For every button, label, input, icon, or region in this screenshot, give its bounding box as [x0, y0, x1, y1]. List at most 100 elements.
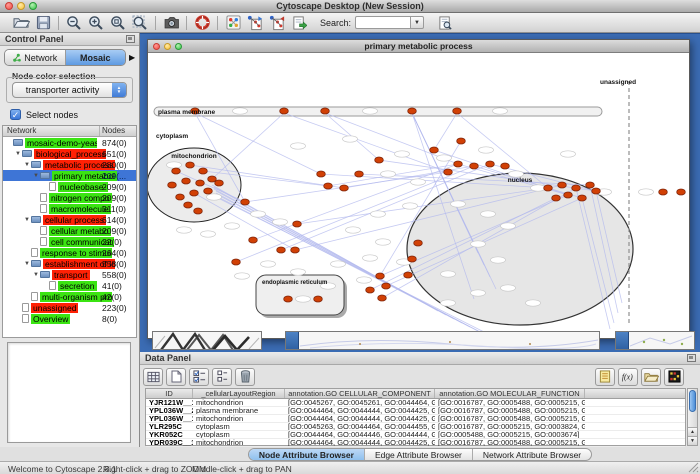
tree-expander-icon[interactable]: ▼: [33, 272, 40, 278]
zoom-in-button[interactable]: [85, 14, 107, 32]
tree-expander-icon[interactable]: ▼: [24, 217, 31, 223]
network-node[interactable]: [376, 273, 385, 279]
network-node[interactable]: [190, 190, 199, 196]
search-options-button[interactable]: [434, 14, 456, 32]
tree-row[interactable]: ▼biological_process651(0): [3, 148, 136, 159]
network-node[interactable]: [168, 182, 177, 188]
network-node[interactable]: [317, 171, 326, 177]
tab-edge-attribute-browser[interactable]: Edge Attribute Browser: [365, 449, 473, 460]
network-edge[interactable]: [212, 113, 284, 179]
column-header[interactable]: _cellularLayoutRegion: [193, 389, 285, 398]
network-node[interactable]: [430, 147, 439, 153]
network-node[interactable]: [291, 247, 300, 253]
float-panel-icon[interactable]: [126, 35, 135, 43]
network-node[interactable]: [196, 180, 205, 186]
network-node[interactable]: [204, 188, 213, 194]
tree-expander-icon[interactable]: ▼: [24, 162, 31, 168]
tab-overflow-arrow-icon[interactable]: ▶: [129, 53, 135, 62]
unselect-all-attributes-button[interactable]: [212, 368, 232, 386]
table-row[interactable]: YKR052Ccytoplasm[GO:0044464, GO:0044446,…: [146, 431, 685, 439]
zoom-fit-button[interactable]: [129, 14, 151, 32]
tree-row[interactable]: ▼cellular metabo209(0): [3, 225, 136, 236]
network-window-titlebar[interactable]: primary metabolic process: [148, 40, 689, 53]
tree-column-nodes[interactable]: Nodes: [100, 126, 136, 136]
tree-row[interactable]: ▼nucleobase-209(0): [3, 181, 136, 192]
network-node[interactable]: [355, 171, 364, 177]
table-row[interactable]: YPL036W__2plasma membrane[GO:0044464, GO…: [146, 407, 685, 415]
network-node[interactable]: [375, 157, 384, 163]
network-node[interactable]: [314, 296, 323, 302]
formula-builder-button[interactable]: f(x): [618, 368, 638, 386]
tree-row[interactable]: ▼unassigned223(0): [3, 302, 136, 313]
tree-expander-icon[interactable]: ▼: [24, 261, 31, 267]
network-node[interactable]: [277, 247, 286, 253]
column-header[interactable]: annotation.GO MOLECULAR_FUNCTION: [435, 389, 585, 398]
tab-network-attribute-browser[interactable]: Network Attribute Browser: [473, 449, 591, 460]
network-node[interactable]: [414, 240, 423, 246]
network-node[interactable]: [199, 168, 208, 174]
tree-row[interactable]: ▼multi-organism pro42(0): [3, 291, 136, 302]
network-node[interactable]: [572, 185, 581, 191]
tree-expander-icon[interactable]: ▼: [33, 173, 40, 179]
network-node[interactable]: [194, 208, 203, 214]
column-header[interactable]: ID: [146, 389, 193, 398]
table-row[interactable]: YDR039C__1mitochondrion[GO:0044464, GO:0…: [146, 439, 685, 447]
network-edge[interactable]: [434, 113, 457, 150]
network-node[interactable]: [293, 221, 302, 227]
import-attributes-button[interactable]: [641, 368, 661, 386]
network-node[interactable]: [470, 163, 479, 169]
network-node[interactable]: [457, 138, 466, 144]
network-node[interactable]: [558, 182, 567, 188]
zoom-out-button[interactable]: [63, 14, 85, 32]
network-node[interactable]: [215, 180, 224, 186]
background-window-peek[interactable]: [615, 331, 695, 350]
tree-row[interactable]: ▼macromolecule311(0): [3, 203, 136, 214]
tree-row[interactable]: ▼cellular process614(0): [3, 214, 136, 225]
network-node[interactable]: [501, 163, 510, 169]
network-node[interactable]: [444, 169, 453, 175]
snapshot-button[interactable]: [160, 14, 182, 32]
network-node[interactable]: [404, 272, 413, 278]
network-node[interactable]: [552, 195, 561, 201]
save-session-button[interactable]: [32, 14, 54, 32]
birds-eye-view[interactable]: [7, 342, 131, 443]
tree-column-network[interactable]: Network: [3, 126, 100, 136]
node-color-dropdown[interactable]: transporter activity ▲▼: [12, 82, 127, 98]
attribute-notes-button[interactable]: [595, 368, 615, 386]
network-node[interactable]: [408, 108, 417, 114]
network-node[interactable]: [284, 296, 293, 302]
background-window-peek[interactable]: [152, 331, 262, 350]
zoom-selected-button[interactable]: [107, 14, 129, 32]
network-node[interactable]: [176, 194, 185, 200]
column-header[interactable]: annotation.GO CELLULAR_COMPONENT: [285, 389, 435, 398]
network-node[interactable]: [453, 108, 462, 114]
scroll-up-button[interactable]: ▲: [688, 427, 697, 436]
open-session-button[interactable]: [10, 14, 32, 32]
create-attribute-button[interactable]: [166, 368, 186, 386]
tab-node-attribute-browser[interactable]: Node Attribute Browser: [249, 449, 365, 460]
tree-row[interactable]: ▼metabolic process280(0): [3, 159, 136, 170]
network-node[interactable]: [366, 287, 375, 293]
table-row[interactable]: YPL036W__1mitochondrion[GO:0044464, GO:0…: [146, 415, 685, 423]
layout-button[interactable]: [222, 14, 244, 32]
network-node[interactable]: [659, 189, 668, 195]
network-node[interactable]: [182, 178, 191, 184]
network-node[interactable]: [186, 162, 195, 168]
search-input[interactable]: [355, 16, 411, 29]
tree-row[interactable]: ▼secretion41(0): [3, 280, 136, 291]
background-window-peek[interactable]: [285, 331, 600, 350]
network-node[interactable]: [340, 185, 349, 191]
network-node[interactable]: [586, 182, 595, 188]
network-node[interactable]: [249, 237, 258, 243]
tab-network[interactable]: Network: [5, 50, 66, 65]
network-node[interactable]: [578, 195, 587, 201]
network-node[interactable]: [544, 185, 553, 191]
network-node[interactable]: [408, 256, 417, 262]
network-node[interactable]: [378, 295, 387, 301]
resize-grip[interactable]: [687, 461, 699, 473]
tree-row[interactable]: ▼primary metabol209(...: [3, 170, 136, 181]
select-all-attributes-button[interactable]: [189, 368, 209, 386]
tree-row[interactable]: ▼establishment of lo558(0): [3, 258, 136, 269]
network-node[interactable]: [592, 188, 601, 194]
search-dropdown-button[interactable]: ▼: [411, 16, 424, 29]
